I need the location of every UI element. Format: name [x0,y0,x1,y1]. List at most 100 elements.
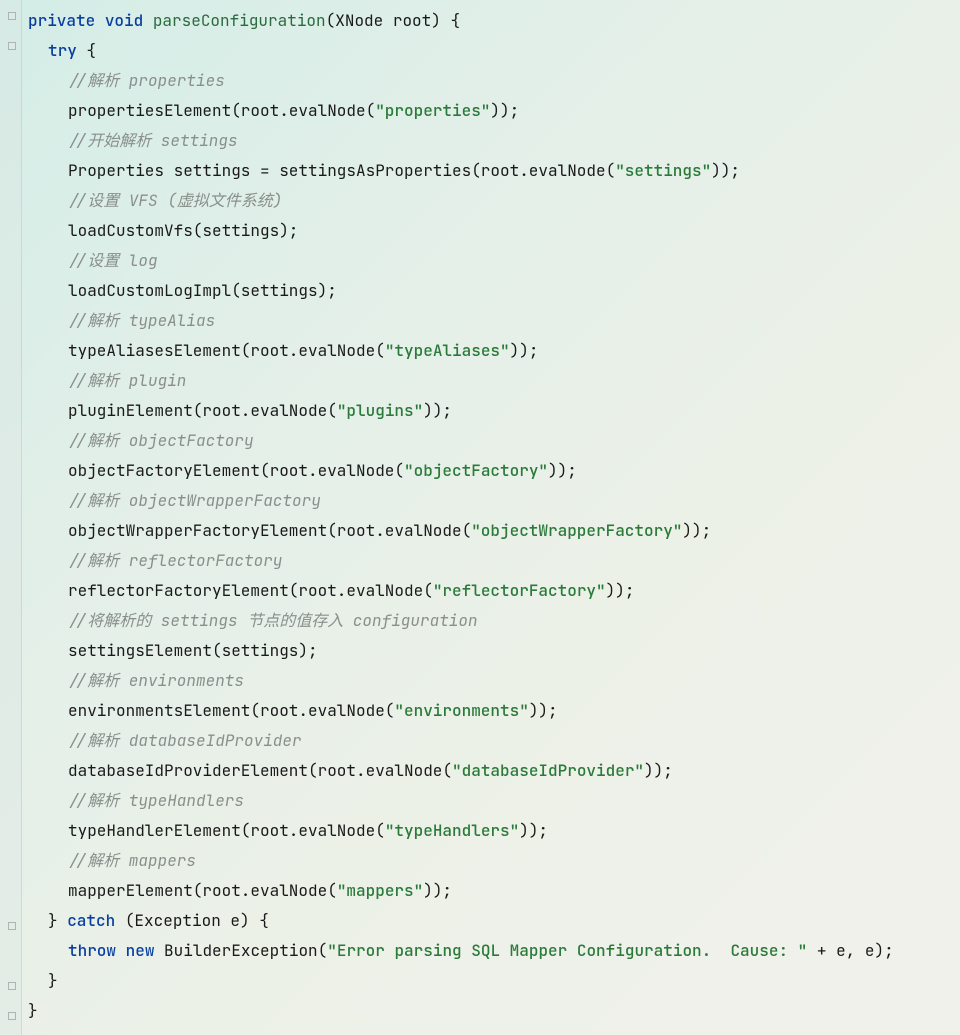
code-line[interactable]: typeHandlerElement(root.evalNode("typeHa… [28,816,958,846]
code-line[interactable]: //设置 log [28,246,958,276]
code-token: //设置 VFS (虚拟文件系统) [68,190,282,211]
code-token: "typeHandlers" [385,820,519,841]
code-token: //将解析的 settings 节点的值存入 configuration [68,610,478,631]
code-line[interactable]: settingsElement(settings); [28,636,958,666]
code-token: //解析 plugin [68,370,186,391]
code-line[interactable]: try { [28,36,958,66]
code-line[interactable]: //解析 objectFactory [28,426,958,456]
code-token: objectWrapperFactoryElement(root.evalNod… [68,520,471,541]
code-token: environmentsElement(root.evalNode( [68,700,394,721]
code-token: parseConfiguration [153,10,326,31]
code-token: typeAliasesElement(root.evalNode( [68,340,385,361]
code-line[interactable]: objectWrapperFactoryElement(root.evalNod… [28,516,958,546]
code-line[interactable]: loadCustomLogImpl(settings); [28,276,958,306]
code-line[interactable]: } [28,996,958,1026]
code-token: //解析 reflectorFactory [68,550,282,571]
code-token: (XNode root) { [326,10,460,31]
code-token: loadCustomVfs(settings); [68,220,298,241]
code-token: )); [490,100,519,121]
code-token: )); [423,880,452,901]
code-token: "objectWrapperFactory" [471,520,682,541]
fold-marker-icon[interactable] [8,982,16,990]
code-line[interactable]: //解析 properties [28,66,958,96]
code-line[interactable]: typeAliasesElement(root.evalNode("typeAl… [28,336,958,366]
code-token: reflectorFactoryElement(root.evalNode( [68,580,433,601]
code-line[interactable]: databaseIdProviderElement(root.evalNode(… [28,756,958,786]
code-line[interactable]: throw new BuilderException("Error parsin… [28,936,958,966]
code-line[interactable]: loadCustomVfs(settings); [28,216,958,246]
code-line[interactable]: private void parseConfiguration(XNode ro… [28,6,958,36]
code-line[interactable]: mapperElement(root.evalNode("mappers")); [28,876,958,906]
code-line[interactable]: //解析 typeAlias [28,306,958,336]
code-token: //解析 objectWrapperFactory [68,490,321,511]
code-token: )); [423,400,452,421]
code-token: "objectFactory" [404,460,548,481]
code-line[interactable]: //解析 objectWrapperFactory [28,486,958,516]
code-token [143,10,153,31]
code-token: private [28,10,95,31]
fold-marker-icon[interactable] [8,922,16,930]
fold-marker-icon[interactable] [8,42,16,50]
code-line[interactable]: } [28,966,958,996]
code-line[interactable]: propertiesElement(root.evalNode("propert… [28,96,958,126]
code-token: //解析 properties [68,70,225,91]
code-token: "settings" [615,160,711,181]
code-line[interactable]: //开始解析 settings [28,126,958,156]
code-token: + e, e); [807,940,893,961]
code-line[interactable]: environmentsElement(root.evalNode("envir… [28,696,958,726]
code-token: )); [606,580,635,601]
code-token: //设置 log [68,250,158,271]
code-token: try [48,40,77,61]
code-token: //解析 typeAlias [68,310,215,331]
code-token: (Exception e) { [115,910,269,931]
code-token: //解析 objectFactory [68,430,254,451]
code-token: } [48,970,58,991]
code-token: )); [510,340,539,361]
code-line[interactable]: //解析 databaseIdProvider [28,726,958,756]
code-token: "Error parsing SQL Mapper Configuration.… [327,940,807,961]
code-token: //开始解析 settings [68,130,238,151]
code-token: //解析 environments [68,670,244,691]
editor-gutter [0,0,22,1035]
code-line[interactable]: Properties settings = settingsAsProperti… [28,156,958,186]
code-line[interactable]: objectFactoryElement(root.evalNode("obje… [28,456,958,486]
code-line[interactable]: //解析 typeHandlers [28,786,958,816]
code-line[interactable]: //解析 environments [28,666,958,696]
code-token: catch [67,910,115,931]
code-token: )); [711,160,740,181]
fold-marker-icon[interactable] [8,1012,16,1020]
code-token: "environments" [394,700,528,721]
code-token: "mappers" [337,880,423,901]
fold-marker-icon[interactable] [8,12,16,20]
code-token: settingsElement(settings); [68,640,318,661]
code-editor-view[interactable]: private void parseConfiguration(XNode ro… [28,6,958,1026]
code-token: //解析 databaseIdProvider [68,730,302,751]
code-line[interactable]: //解析 reflectorFactory [28,546,958,576]
code-token: } [48,910,67,931]
code-token: objectFactoryElement(root.evalNode( [68,460,404,481]
code-token: pluginElement(root.evalNode( [68,400,337,421]
code-token: BuilderException( [154,940,327,961]
code-token: )); [682,520,711,541]
code-line[interactable]: } catch (Exception e) { [28,906,958,936]
code-token: "databaseIdProvider" [452,760,644,781]
code-line[interactable]: //将解析的 settings 节点的值存入 configuration [28,606,958,636]
code-token: //解析 typeHandlers [68,790,244,811]
code-line[interactable]: reflectorFactoryElement(root.evalNode("r… [28,576,958,606]
code-token: typeHandlerElement(root.evalNode( [68,820,385,841]
code-token: { [77,40,96,61]
code-line[interactable]: //设置 VFS (虚拟文件系统) [28,186,958,216]
code-line[interactable]: //解析 mappers [28,846,958,876]
code-line[interactable]: //解析 plugin [28,366,958,396]
code-token: )); [529,700,558,721]
code-token: mapperElement(root.evalNode( [68,880,337,901]
code-token: "properties" [375,100,490,121]
code-token: "reflectorFactory" [433,580,606,601]
code-token: new [126,940,155,961]
code-token: } [28,1000,38,1021]
code-token: "plugins" [337,400,423,421]
code-token: )); [644,760,673,781]
code-token: "typeAliases" [385,340,510,361]
code-line[interactable]: pluginElement(root.evalNode("plugins")); [28,396,958,426]
code-token: propertiesElement(root.evalNode( [68,100,375,121]
